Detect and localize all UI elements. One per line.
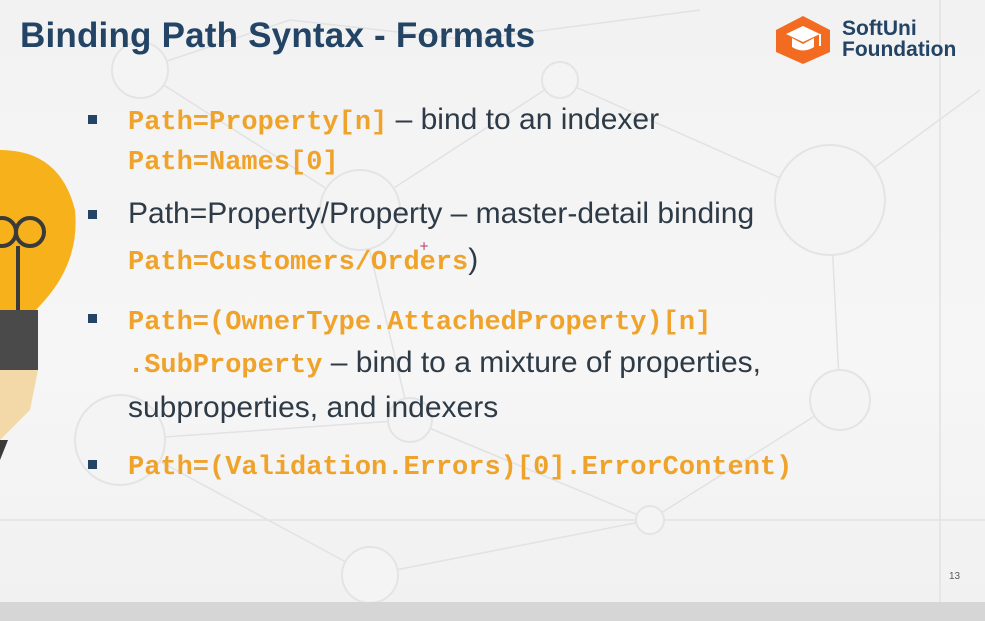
code-text: .SubProperty: [128, 351, 323, 381]
bullet-marker: [88, 115, 97, 124]
bullet-line: Path=(OwnerType.AttachedProperty)[n]: [128, 298, 948, 345]
page-title: Binding Path Syntax - Formats: [20, 16, 536, 55]
bullet-text: – bind to a mixture of properties,: [322, 346, 761, 379]
bullet-marker: [88, 314, 97, 323]
bullet-line: subproperties, and indexers: [128, 386, 948, 430]
code-text: Path=(Validation.Errors)[0].ErrorContent…: [128, 453, 793, 483]
slide: Binding Path Syntax - Formats SoftUni Fo…: [0, 0, 985, 602]
bullet-line: Path=Customers/Orders): [128, 238, 948, 285]
bullet-line: Path=(Validation.Errors)[0].ErrorContent…: [128, 443, 948, 490]
bullet-line: Path=Names[0]: [128, 138, 948, 185]
bullet-line: Path=Property/Property – master-detail b…: [128, 192, 948, 236]
code-text: Path=Names[0]: [128, 148, 339, 178]
bullet-text: Path=Property/Property – master-detail b…: [128, 197, 755, 230]
page-number: 13: [949, 571, 961, 582]
code-text: Path=(OwnerType.AttachedProperty)[n]: [128, 308, 712, 338]
mouse-cursor-icon: +: [419, 239, 430, 253]
bullet-marker: [88, 460, 97, 469]
logo-line-1: SoftUni: [842, 17, 917, 40]
code-text: Path=Property[n]: [128, 108, 388, 138]
graduation-cap-icon: [776, 16, 830, 64]
logo-line-2: Foundation: [842, 38, 957, 61]
bullet-marker: [88, 210, 97, 219]
bottom-bar: [0, 602, 985, 621]
bullet-text: subproperties, and indexers: [128, 391, 499, 424]
lightbulb-pencil-illustration: [0, 150, 76, 460]
bullet-text: – bind to an indexer: [387, 103, 660, 136]
softuni-logo: SoftUni Foundation: [772, 14, 972, 66]
bullet-text: ): [468, 243, 479, 276]
bullet-line: .SubProperty – bind to a mixture of prop…: [128, 341, 948, 388]
code-text: Path=Customers/Orders: [128, 248, 469, 278]
